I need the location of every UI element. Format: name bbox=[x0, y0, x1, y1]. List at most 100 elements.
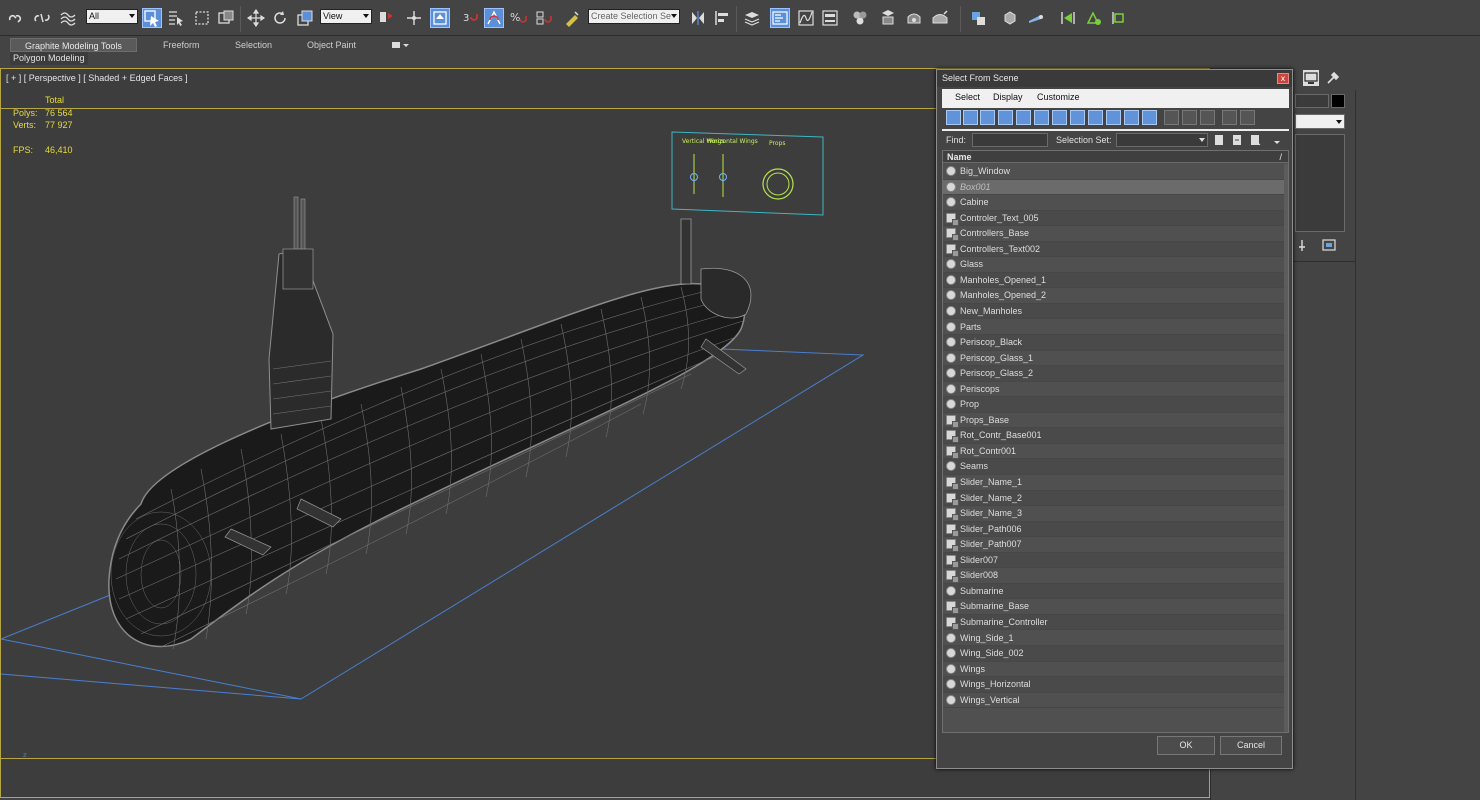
list-item[interactable]: Slider_Name_1 bbox=[943, 475, 1288, 491]
angle-snap-icon[interactable] bbox=[484, 8, 504, 28]
filter-containers-icon[interactable] bbox=[1106, 110, 1121, 125]
viewport-label[interactable]: [ + ] [ Perspective ] [ Shaded + Edged F… bbox=[6, 73, 188, 83]
list-item[interactable]: Big_Window bbox=[943, 164, 1288, 180]
utilities-panel-icon[interactable] bbox=[1325, 70, 1341, 86]
select-manipulate-icon[interactable] bbox=[404, 8, 424, 28]
display-panel-icon[interactable] bbox=[1303, 70, 1319, 86]
list-item[interactable]: Controllers_Base bbox=[943, 226, 1288, 242]
extra-tool-1-icon[interactable] bbox=[968, 8, 988, 28]
find-input[interactable] bbox=[972, 133, 1048, 147]
render-setup-icon[interactable] bbox=[878, 8, 898, 28]
percent-snap-icon[interactable]: % bbox=[508, 8, 528, 28]
layer-manager-icon[interactable] bbox=[742, 8, 762, 28]
filter-geometry-icon[interactable] bbox=[946, 110, 961, 125]
filter-frozen-icon[interactable] bbox=[1124, 110, 1139, 125]
snaps-toggle-icon[interactable]: 3 bbox=[460, 8, 480, 28]
list-item[interactable]: Wings_Vertical bbox=[943, 693, 1288, 709]
selection-set-remove-icon[interactable] bbox=[1248, 133, 1262, 147]
extra-tool-4-icon[interactable] bbox=[1058, 8, 1078, 28]
bind-to-space-warp-icon[interactable] bbox=[58, 8, 78, 28]
curve-editor-icon[interactable] bbox=[796, 8, 816, 28]
list-item[interactable]: Slider_Name_3 bbox=[943, 506, 1288, 522]
menu-customize[interactable]: Customize bbox=[1037, 92, 1080, 102]
selection-set-add-icon[interactable] bbox=[1212, 133, 1226, 147]
list-item[interactable]: Periscops bbox=[943, 382, 1288, 398]
filter-xrefs-icon[interactable] bbox=[1070, 110, 1085, 125]
invert-display-icon[interactable] bbox=[1200, 110, 1215, 125]
align-icon[interactable] bbox=[712, 8, 732, 28]
funnel-filter-icon[interactable] bbox=[1222, 110, 1237, 125]
menu-display[interactable]: Display bbox=[993, 92, 1023, 102]
toggle-scene-explorer-icon[interactable] bbox=[770, 8, 790, 28]
list-item[interactable]: New_Manholes bbox=[943, 303, 1288, 320]
mirror-icon[interactable] bbox=[688, 8, 708, 28]
rendered-frame-window-icon[interactable] bbox=[904, 8, 924, 28]
extra-tool-5-icon[interactable] bbox=[1084, 8, 1104, 28]
object-color-swatch[interactable] bbox=[1331, 94, 1345, 108]
rotate-icon[interactable] bbox=[270, 8, 290, 28]
filter-spacewarps-icon[interactable] bbox=[1034, 110, 1049, 125]
list-item[interactable]: Slider_Path007 bbox=[943, 537, 1288, 553]
list-item[interactable]: Periscop_Glass_1 bbox=[943, 351, 1288, 367]
window-crossing-icon[interactable] bbox=[216, 8, 236, 28]
pivot-center-icon[interactable] bbox=[376, 8, 396, 28]
tab-graphite-modeling-tools[interactable]: Graphite Modeling Tools bbox=[10, 38, 137, 52]
filter-hidden-icon[interactable] bbox=[1142, 110, 1157, 125]
move-icon[interactable] bbox=[246, 8, 266, 28]
list-item[interactable]: Controllers_Text002 bbox=[943, 241, 1288, 258]
list-scrollbar[interactable] bbox=[1284, 164, 1288, 732]
filter-groups-icon[interactable] bbox=[1052, 110, 1067, 125]
list-item[interactable]: Slider_Path006 bbox=[943, 521, 1288, 538]
list-item[interactable]: Wing_Side_002 bbox=[943, 646, 1288, 662]
select-and-link-icon[interactable] bbox=[6, 8, 26, 28]
list-item[interactable]: Submarine_Base bbox=[943, 599, 1288, 615]
list-item[interactable]: Manholes_Opened_1 bbox=[943, 272, 1288, 289]
filter-bones-icon[interactable] bbox=[1088, 110, 1103, 125]
tab-selection[interactable]: Selection bbox=[235, 38, 272, 52]
list-item[interactable]: Wings bbox=[943, 662, 1288, 678]
tab-freeform[interactable]: Freeform bbox=[163, 38, 200, 52]
extra-tool-3-icon[interactable] bbox=[1026, 8, 1046, 28]
panel-polygon-modeling[interactable]: Polygon Modeling bbox=[10, 52, 88, 65]
pin-stack-icon[interactable] bbox=[1295, 238, 1309, 252]
list-item[interactable]: Props_Base bbox=[943, 413, 1288, 429]
object-name-field[interactable] bbox=[1295, 94, 1329, 108]
list-item[interactable]: Parts bbox=[943, 320, 1288, 336]
filter-helpers-icon[interactable] bbox=[1016, 110, 1031, 125]
list-item[interactable]: Wings_Horizontal bbox=[943, 677, 1288, 693]
scene-object-list[interactable]: Name / Big_Window Box001 Cabine Controler_T… bbox=[942, 150, 1289, 733]
configure-modifier-sets-icon[interactable] bbox=[1321, 238, 1337, 252]
tab-object-paint[interactable]: Object Paint bbox=[307, 38, 356, 52]
extra-tool-2-icon[interactable] bbox=[1000, 8, 1020, 28]
edit-named-selection-icon[interactable] bbox=[562, 8, 582, 28]
list-item[interactable]: Submarine bbox=[943, 583, 1288, 600]
selection-set-dropdown[interactable] bbox=[1116, 133, 1208, 147]
schematic-view-icon[interactable] bbox=[820, 8, 840, 28]
filter-lights-icon[interactable] bbox=[980, 110, 995, 125]
display-none-icon[interactable] bbox=[1182, 110, 1197, 125]
modifier-stack[interactable] bbox=[1295, 134, 1345, 232]
spinner-snap-icon[interactable] bbox=[534, 8, 554, 28]
list-item[interactable]: Submarine_Controller bbox=[943, 614, 1288, 631]
list-item[interactable]: Periscop_Glass_2 bbox=[943, 366, 1288, 382]
selection-set-edit-icon[interactable] bbox=[1230, 133, 1244, 147]
list-item[interactable]: Rot_Contr001 bbox=[943, 444, 1288, 460]
menu-select[interactable]: Select bbox=[955, 92, 980, 102]
close-icon[interactable]: x bbox=[1277, 73, 1289, 84]
select-by-name-icon[interactable] bbox=[166, 8, 186, 28]
list-item[interactable]: Prop bbox=[943, 397, 1288, 413]
ribbon-options-icon[interactable] bbox=[390, 38, 410, 52]
list-item[interactable]: Manholes_Opened_2 bbox=[943, 288, 1288, 304]
filter-shapes-icon[interactable] bbox=[963, 110, 978, 125]
list-item[interactable]: Cabine bbox=[943, 195, 1288, 211]
selection-filter-dropdown[interactable]: All bbox=[86, 9, 138, 24]
dialog-title[interactable]: Select From Scene bbox=[937, 70, 1292, 87]
list-item[interactable]: Box001 bbox=[943, 179, 1288, 196]
keyboard-shortcut-override-icon[interactable] bbox=[430, 8, 450, 28]
list-item[interactable]: Rot_Contr_Base001 bbox=[943, 428, 1288, 444]
scale-icon[interactable] bbox=[295, 8, 315, 28]
list-item[interactable]: Slider008 bbox=[943, 568, 1288, 584]
material-editor-icon[interactable] bbox=[850, 8, 870, 28]
list-item[interactable]: Controler_Text_005 bbox=[943, 210, 1288, 227]
list-item[interactable]: Slider007 bbox=[943, 552, 1288, 569]
